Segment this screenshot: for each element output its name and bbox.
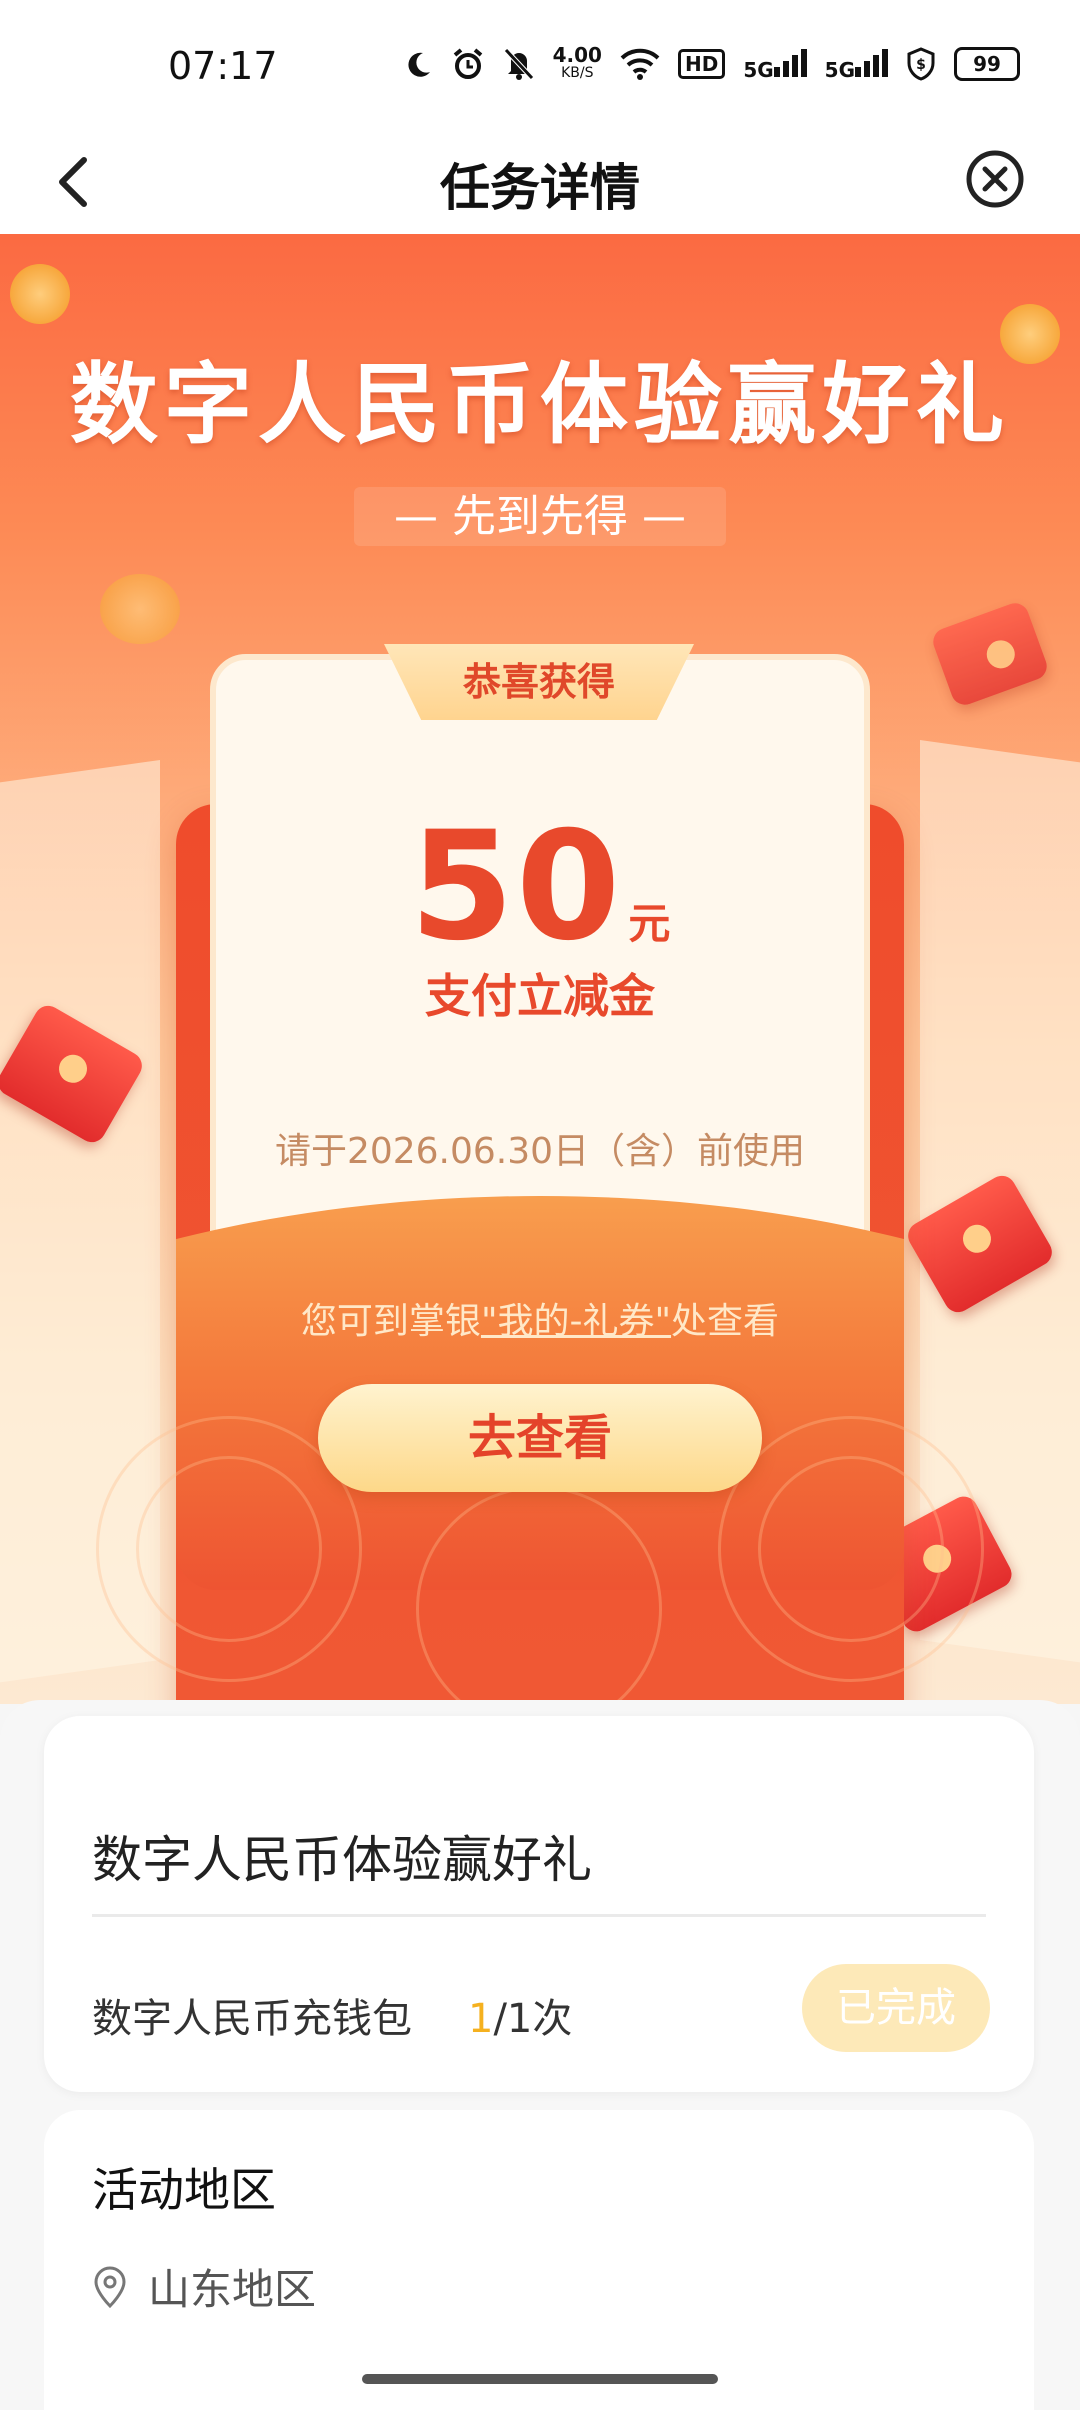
promo-title: 数字人民币体验赢好礼	[69, 353, 1010, 456]
hint-suffix: 处查看	[671, 1301, 780, 1342]
task-title: 数字人民币体验赢好礼	[92, 1831, 592, 1889]
region-card: 活动地区 山东地区	[44, 2110, 1034, 2410]
region-heading: 活动地区	[92, 2163, 276, 2217]
home-indicator[interactable]	[362, 2374, 718, 2384]
region-row: 山东地区	[92, 2256, 316, 2317]
task-item-label: 数字人民币充钱包	[92, 1996, 412, 2042]
signal-icon: 5G	[743, 47, 807, 82]
promo-subtitle-text: — 先到先得 —	[354, 487, 726, 546]
battery-icon: 99	[954, 47, 1020, 81]
region-value: 山东地区	[148, 2265, 317, 2314]
ripple-decoration	[136, 1456, 322, 1642]
task-progress: 1/1次	[468, 1986, 572, 2044]
shield-dollar-icon: $	[907, 47, 935, 81]
task-status-button[interactable]: 已完成	[802, 1964, 990, 2052]
hint-prefix: 您可到掌银	[300, 1301, 481, 1342]
ripple-decoration	[416, 1486, 662, 1732]
coupon-location-hint: 您可到掌银"我的-礼券"处查看	[0, 1292, 1080, 1344]
moon-icon	[408, 52, 430, 77]
status-time: 07:17	[168, 44, 278, 88]
coin-decoration	[100, 574, 180, 644]
promo-subtitle: — 先到先得 —	[0, 480, 1080, 546]
task-progress-done: 1	[468, 1996, 494, 2042]
nav-bar: 任务详情	[0, 130, 1080, 234]
network-label-2: 5G	[824, 57, 855, 82]
alarm-icon	[453, 48, 482, 79]
svg-text:$: $	[916, 57, 926, 73]
close-circle-icon[interactable]	[964, 148, 1026, 210]
mute-bell-icon	[503, 48, 534, 80]
net-speed-value: 4.00	[552, 43, 602, 67]
page-title: 任务详情	[440, 159, 640, 217]
my-coupons-link[interactable]: "我的-礼券"	[481, 1301, 671, 1342]
red-envelope-decoration	[929, 599, 1051, 709]
network-label: 5G	[743, 57, 774, 82]
coupon-amount: 50 元	[0, 800, 1080, 974]
coupon-card-tab: 恭喜获得	[384, 644, 694, 720]
task-progress-total: /1次	[493, 1996, 573, 2042]
coupon-expiry: 请于2026.06.30日（含）前使用	[274, 1131, 806, 1172]
status-icons: 4.00 KB/S HD 5G 5G $ 99	[403, 43, 1020, 82]
signal-icon-2: 5G	[825, 47, 888, 82]
status-bar: 07:17 4.00 KB/S HD 5G 5G $ 99	[0, 0, 1080, 130]
view-coupon-button[interactable]: 去查看	[318, 1384, 762, 1492]
divider	[92, 1914, 986, 1917]
net-speed-unit: KB/S	[561, 65, 594, 81]
coin-decoration	[10, 264, 70, 324]
coupon-amount-unit: 元	[628, 899, 671, 948]
network-speed: 4.00 KB/S	[552, 43, 602, 82]
location-pin-icon	[94, 2265, 126, 2308]
wifi-icon	[620, 48, 660, 80]
coupon-type: 支付立减金	[425, 969, 655, 1023]
coupon-amount-value: 50	[409, 800, 623, 974]
hd-icon: HD	[677, 49, 726, 79]
ripple-decoration	[758, 1456, 944, 1642]
task-card: 数字人民币体验赢好礼 数字人民币充钱包 1/1次 已完成	[44, 1716, 1034, 2092]
